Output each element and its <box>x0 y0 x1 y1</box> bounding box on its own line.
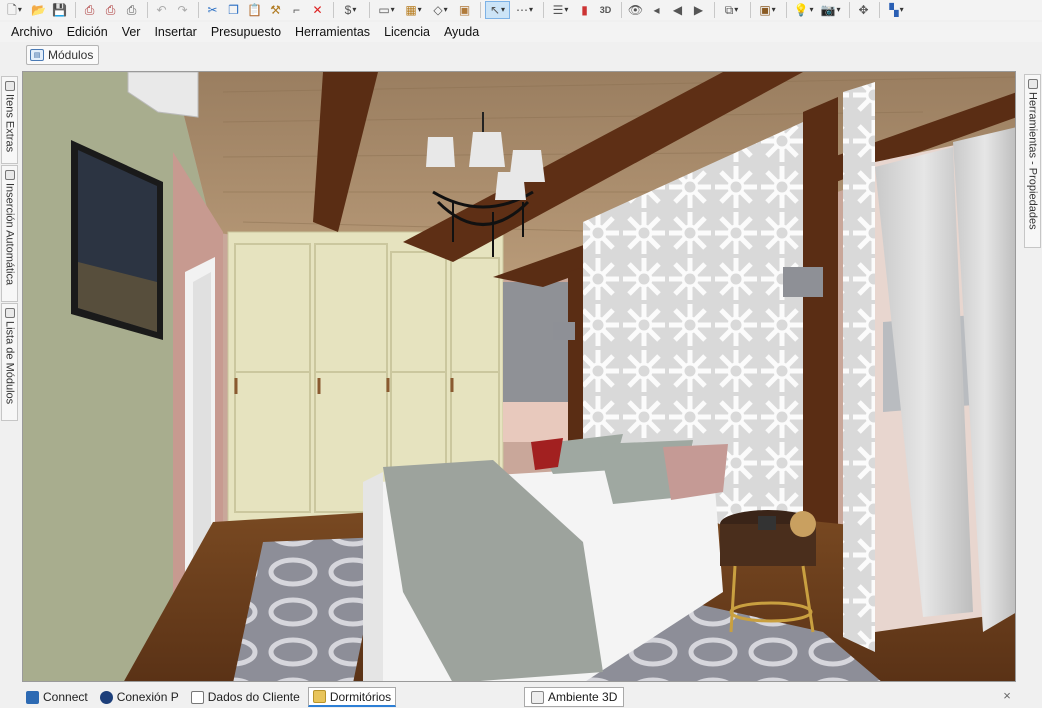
frame-icon[interactable]: ⧉ <box>719 1 744 19</box>
camera-nav-icon[interactable]: ◂ <box>647 1 666 19</box>
menu-insertar[interactable]: Insertar <box>147 25 203 39</box>
viewport-3d[interactable] <box>22 71 1016 682</box>
arrow-left-icon[interactable]: ◀ <box>668 1 687 19</box>
printer-icon[interactable]: ⎙ <box>122 1 141 19</box>
measure-icon[interactable]: ⋯ <box>512 1 537 19</box>
paste-icon[interactable]: 📋 <box>245 1 264 19</box>
tab-conexion-p[interactable]: Conexión P <box>96 687 183 707</box>
folder-icon <box>312 690 326 703</box>
toolbar-divider <box>543 2 544 18</box>
document-tabs: Connect Conexión P Dados do Cliente Dorm… <box>0 686 1042 708</box>
tab-modulos-label: Módulos <box>48 48 94 62</box>
left-side-panel: Itens Extras Inserción Automática Lista … <box>0 72 19 680</box>
toolbar-divider <box>879 2 880 18</box>
toolbar-divider <box>369 2 370 18</box>
eye-icon[interactable]: 👁 <box>626 1 645 19</box>
list-icon <box>4 308 15 318</box>
tab-label: Conexión P <box>116 690 179 704</box>
print-icon[interactable]: ⎙ <box>80 1 99 19</box>
side-tab-lista-modulos[interactable]: Lista de Módulos <box>1 303 18 421</box>
extras-icon <box>4 81 15 91</box>
redo-icon[interactable]: ↷ <box>173 1 192 19</box>
menu-presupuesto[interactable]: Presupuesto <box>204 25 288 39</box>
toolbar-divider <box>75 2 76 18</box>
toolbar-divider <box>786 2 787 18</box>
move-icon[interactable]: ✥ <box>854 1 873 19</box>
rss-icon <box>26 690 39 704</box>
tab-ambiente-3d[interactable]: Ambiente 3D <box>524 687 625 707</box>
undo-icon[interactable]: ↶ <box>152 1 171 19</box>
connection-icon <box>99 690 113 704</box>
side-tab-label: Herramientas - Propiedades <box>1026 92 1039 230</box>
menu-archivo[interactable]: Archivo <box>4 25 60 39</box>
wrench-icon <box>4 170 15 180</box>
delete-icon[interactable]: ✕ <box>308 1 327 19</box>
cut-icon[interactable]: ✂ <box>203 1 222 19</box>
menu-ayuda[interactable]: Ayuda <box>437 25 486 39</box>
modules-icon: ▤ <box>30 49 44 61</box>
menu-bar: Archivo Edición Ver Insertar Presupuesto… <box>0 22 1042 42</box>
tab-label: Ambiente 3D <box>548 690 618 704</box>
group-icon[interactable]: ▦ <box>401 1 426 19</box>
save-icon[interactable]: 💾 <box>50 1 69 19</box>
toolbar-divider <box>333 2 334 18</box>
light-icon[interactable]: 💡 <box>791 1 816 19</box>
pointer-icon[interactable]: ↖ <box>485 1 510 19</box>
walls-icon[interactable]: ▮ <box>575 1 594 19</box>
view-3d-icon[interactable]: 3D <box>596 1 615 19</box>
document-icon <box>190 690 204 704</box>
hammer-icon[interactable]: ⚒ <box>266 1 285 19</box>
toolbar-divider <box>480 2 481 18</box>
menu-herramientas[interactable]: Herramientas <box>288 25 377 39</box>
tools-icon <box>1027 79 1038 89</box>
render-icon[interactable]: 📷 <box>818 1 843 19</box>
side-tab-itens-extras[interactable]: Itens Extras <box>1 76 18 164</box>
tab-label: Dormitórios <box>329 689 392 704</box>
module-tab-bar: ▤ Módulos <box>0 43 1042 67</box>
copy-icon[interactable]: ❐ <box>224 1 243 19</box>
bedroom-render <box>23 72 1015 681</box>
select-icon[interactable]: ▭ <box>374 1 399 19</box>
tab-dados-cliente[interactable]: Dados do Cliente <box>187 687 304 707</box>
rotate-icon[interactable]: ⌐ <box>287 1 306 19</box>
view-3d-icon <box>531 690 544 704</box>
toolbar-divider <box>147 2 148 18</box>
toolbar-divider <box>750 2 751 18</box>
new-file-icon[interactable]: 🗋 <box>2 1 27 19</box>
side-tab-herramientas-propiedades[interactable]: Herramientas - Propiedades <box>1024 74 1041 248</box>
tab-label: Dados do Cliente <box>207 690 300 704</box>
edit-shape-icon[interactable]: ◇ <box>428 1 453 19</box>
module-icon[interactable]: ▣ <box>455 1 474 19</box>
toolbar-divider <box>198 2 199 18</box>
box-icon[interactable]: ▣ <box>755 1 780 19</box>
budget-icon[interactable]: $ <box>338 1 363 19</box>
side-tab-label: Inserción Automática <box>3 183 16 286</box>
menu-licencia[interactable]: Licencia <box>377 25 437 39</box>
tab-connect[interactable]: Connect <box>22 687 92 707</box>
side-tab-label: Lista de Módulos <box>3 321 16 405</box>
arrow-right-icon[interactable]: ▶ <box>689 1 708 19</box>
toolbar-divider <box>849 2 850 18</box>
right-side-panel: Herramientas - Propiedades <box>1023 72 1042 680</box>
toolbar-divider <box>621 2 622 18</box>
side-tab-insercion-automatica[interactable]: Inserción Automática <box>1 165 18 302</box>
tab-label: Connect <box>43 690 88 704</box>
open-folder-icon[interactable]: 📂 <box>29 1 48 19</box>
print-preview-icon[interactable]: ⎙ <box>101 1 120 19</box>
close-icon[interactable]: × <box>1000 688 1014 704</box>
menu-edicion[interactable]: Edición <box>60 25 115 39</box>
tab-modulos[interactable]: ▤ Módulos <box>26 45 100 65</box>
layers-icon[interactable]: ☰ <box>548 1 573 19</box>
toolbar-divider <box>714 2 715 18</box>
palette-icon[interactable]: ▚ <box>884 1 909 19</box>
tab-dormitorios[interactable]: Dormitórios <box>307 687 397 707</box>
side-tab-label: Itens Extras <box>3 94 16 153</box>
menu-ver[interactable]: Ver <box>115 25 148 39</box>
main-toolbar: 🗋 📂 💾 ⎙ ⎙ ⎙ ↶ ↷ ✂ ❐ 📋 ⚒ ⌐ ✕ $ ▭ ▦ ◇ ▣ ↖ … <box>0 0 1042 20</box>
